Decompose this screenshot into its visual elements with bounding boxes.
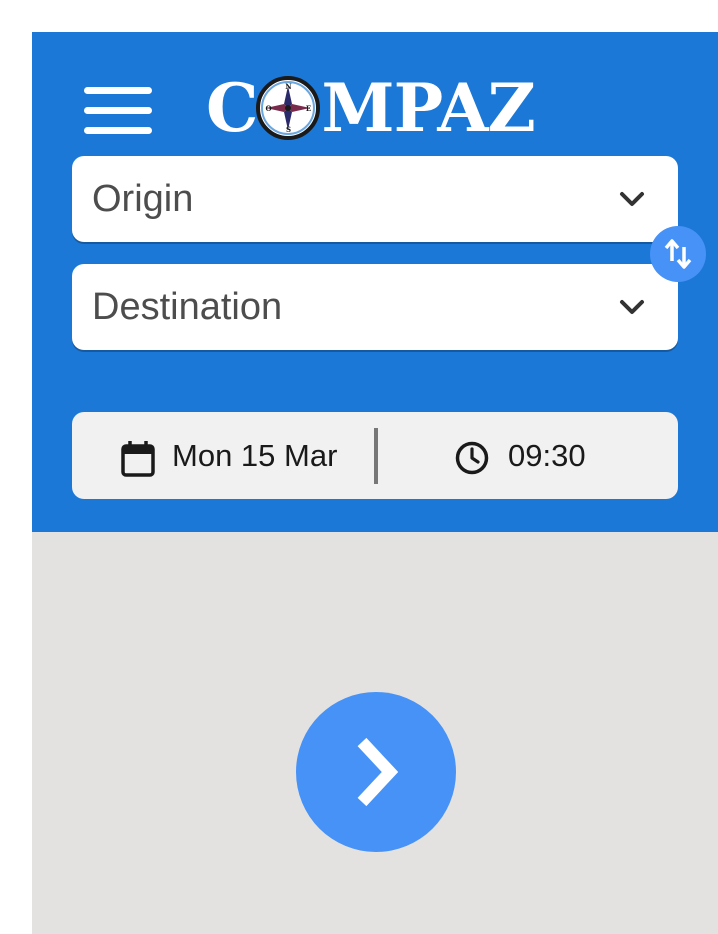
hamburger-menu-icon[interactable] [84,87,152,135]
chevron-right-icon [357,737,399,807]
app-logo: C N S E O MPAZ [206,69,536,147]
chevron-down-icon [620,192,644,206]
datetime-bar: Mon 15 Mar 09:30 [72,412,678,499]
header: C N S E O MPAZ Origin Destination Mon 15… [32,32,718,532]
logo-text-start: C [206,69,259,147]
divider [374,428,378,484]
compass-letter-e: E [305,104,310,113]
swap-vertical-icon [664,239,692,269]
logo-text-end: MPAZ [321,69,536,147]
date-value: Mon 15 Mar [172,437,338,473]
date-picker[interactable]: Mon 15 Mar [120,412,337,499]
clock-icon [455,441,489,474]
origin-select[interactable]: Origin [72,156,678,242]
compass-icon: N S E O [255,76,320,140]
calendar-icon [121,440,155,477]
chevron-down-icon [620,300,644,314]
destination-select[interactable]: Destination [72,264,678,350]
go-button[interactable] [296,692,456,852]
time-picker[interactable]: 09:30 [454,412,586,499]
compass-letter-o: O [265,104,271,113]
origin-label: Origin [92,178,194,220]
app-container: C N S E O MPAZ Origin Destination Mon 15… [32,32,718,934]
time-value: 09:30 [508,437,586,473]
swap-button[interactable] [650,226,706,282]
destination-label: Destination [92,286,283,328]
